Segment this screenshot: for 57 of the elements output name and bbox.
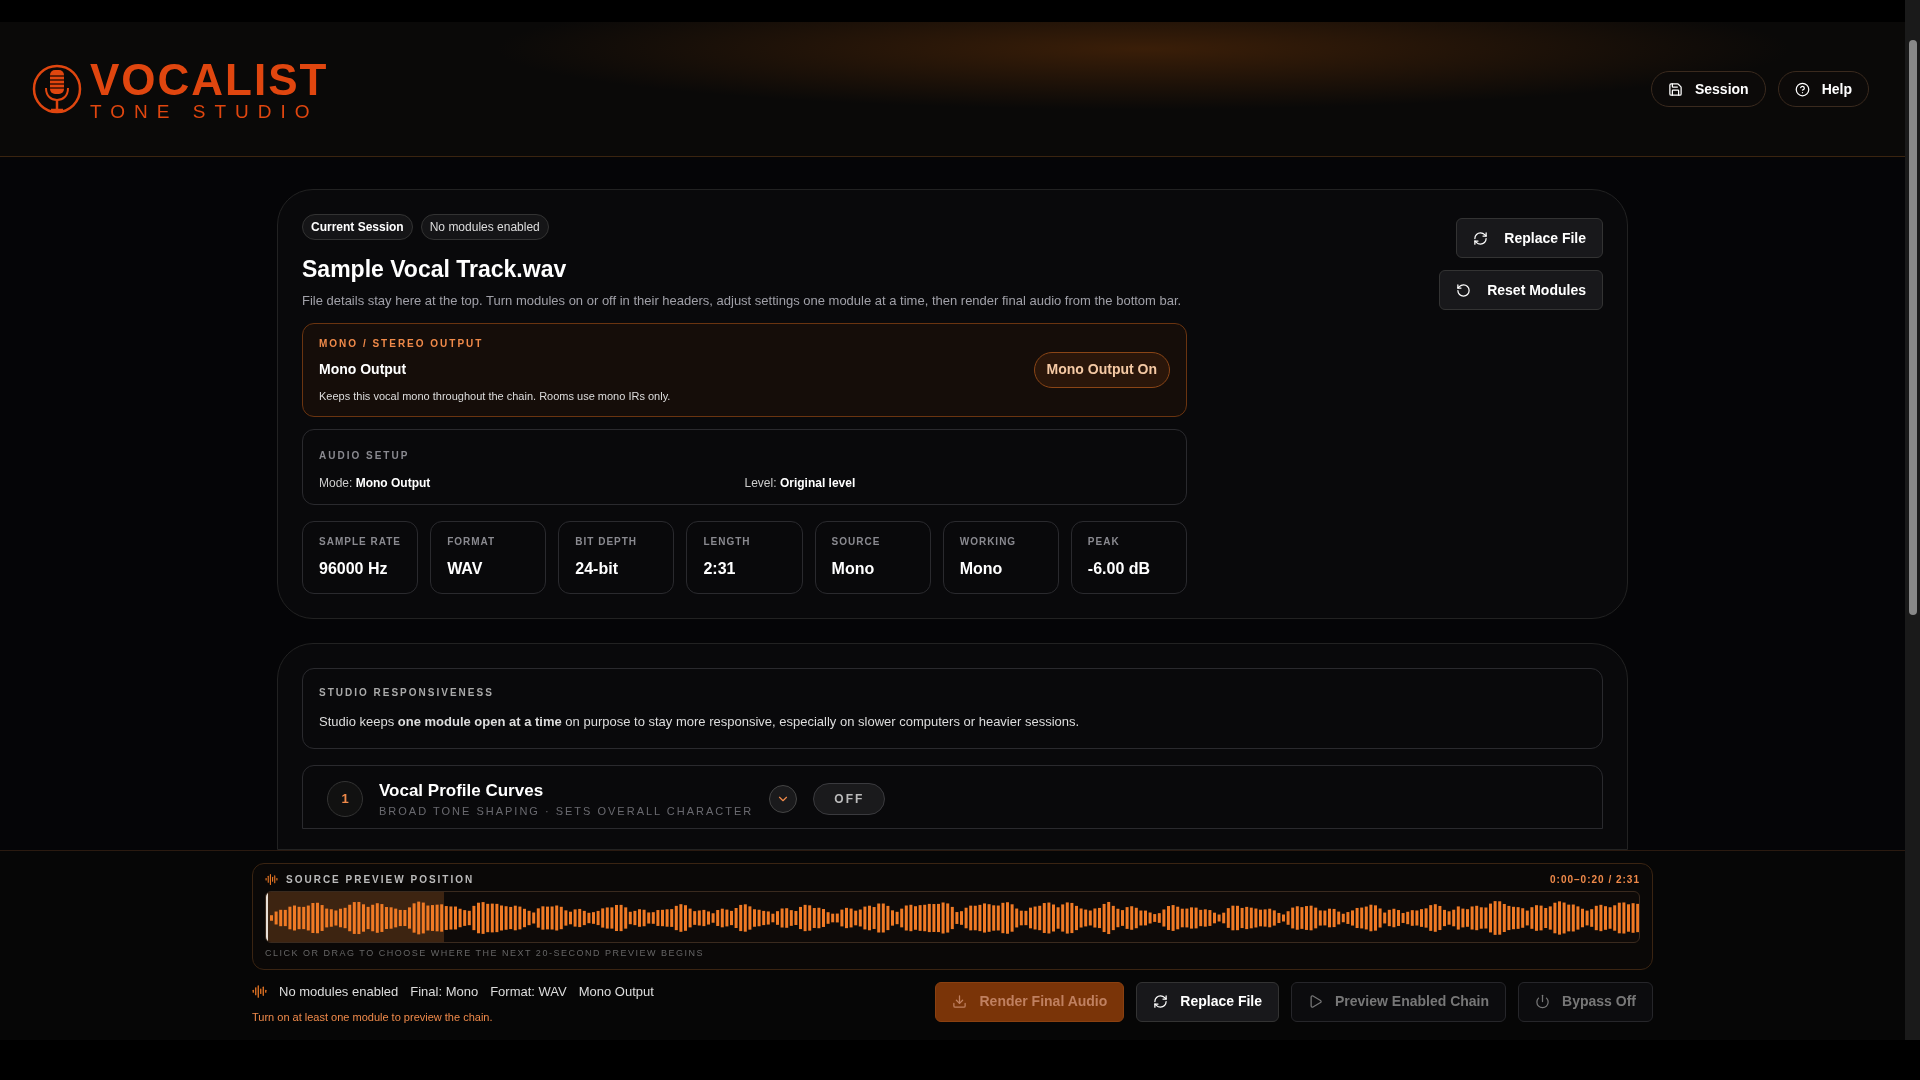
- power-icon: [1535, 994, 1551, 1009]
- stat-value: 24-bit: [575, 559, 619, 579]
- setup-item: Level: Original level: [744, 475, 857, 492]
- play-icon: [1308, 994, 1323, 1009]
- preview-range: 0:00–0:20 / 2:31: [1550, 873, 1640, 887]
- file-title: Sample Vocal Track.wav: [302, 255, 568, 284]
- waveform-icon: [265, 873, 278, 886]
- status-item: Final: Mono: [410, 982, 479, 1001]
- session-button[interactable]: Session: [1650, 71, 1766, 107]
- module-subtitle: BROAD TONE SHAPING · SETS OVERALL CHARACTER: [379, 804, 754, 819]
- preview-title: SOURCE PREVIEW POSITION: [286, 873, 475, 887]
- stat-value: WAV: [447, 559, 484, 579]
- preview-hint: CLICK OR DRAG TO CHOOSE WHERE THE NEXT 20-SECOND PREVIEW BEGINS: [264, 947, 705, 960]
- file-description: File details stay here at the top. Turn modules on or off in their headers, adjust settings one module at a time, then render final audio from the bottom bar.: [302, 291, 1183, 310]
- module-number: 1: [327, 780, 363, 817]
- logo-title: VOCALIST: [90, 57, 329, 102]
- mono-output-toggle[interactable]: Mono Output On: [1033, 351, 1170, 388]
- replace-button[interactable]: Replace File: [1136, 981, 1279, 1022]
- stat-value: -6.00 dB: [1087, 559, 1152, 579]
- stat-label: SOURCE: [831, 535, 882, 549]
- stat-label: PEAK: [1087, 535, 1121, 549]
- module-title: Vocal Profile Curves: [379, 779, 545, 802]
- reset-modules-button[interactable]: Reset Modules: [1439, 270, 1603, 310]
- stat-value: 96000 Hz: [319, 559, 389, 579]
- responsiveness-eyebrow: STUDIO RESPONSIVENESS: [319, 686, 495, 700]
- refresh-icon: [1473, 230, 1489, 246]
- output-note: Keeps this vocal mono throughout the chain. Rooms use mono IRs only.: [319, 388, 671, 404]
- stat-value: Mono: [831, 559, 876, 579]
- refresh-icon: [1153, 994, 1169, 1009]
- setup-item: Mode: Mono Output: [319, 475, 432, 492]
- save-icon: [1667, 81, 1683, 97]
- status-item: Mono Output: [578, 982, 654, 1001]
- output-title: Mono Output: [319, 359, 408, 379]
- stat-label: BIT DEPTH: [575, 535, 639, 549]
- status-item: Format: WAV: [490, 982, 567, 1001]
- help-button[interactable]: Help: [1777, 71, 1869, 107]
- logo-subtitle: TONE STUDIO: [90, 101, 320, 121]
- waveform-icon: [252, 983, 267, 999]
- download-icon: [952, 994, 968, 1009]
- stat-value: 2:31: [703, 559, 737, 579]
- output-eyebrow: MONO / STEREO OUTPUT: [319, 336, 485, 351]
- stat-label: WORKING: [959, 535, 1018, 549]
- stat-label: LENGTH: [703, 535, 752, 549]
- stat-value: Mono: [959, 559, 1004, 579]
- reset-icon: [1456, 282, 1472, 298]
- session-badge: No modules enabled: [420, 214, 549, 240]
- help-icon: [1794, 81, 1810, 97]
- scrollbar-thumb[interactable]: [1908, 40, 1917, 615]
- module-toggle[interactable]: OFF: [813, 782, 886, 815]
- status-item: No modules enabled: [279, 982, 399, 1001]
- setup-eyebrow: AUDIO SETUP: [319, 450, 410, 461]
- responsiveness-text: Studio keeps one module open at a time on purpose to stay more responsive, especially on slower computers or heavier sessions.: [319, 713, 1081, 731]
- stat-label: FORMAT: [447, 535, 497, 549]
- session-badge: Current Session: [302, 214, 413, 240]
- stat-label: SAMPLE RATE: [319, 535, 402, 549]
- status-warning: Turn on at least one module to preview the chain.: [252, 1010, 494, 1025]
- replace-file-button[interactable]: Replace File: [1456, 218, 1603, 258]
